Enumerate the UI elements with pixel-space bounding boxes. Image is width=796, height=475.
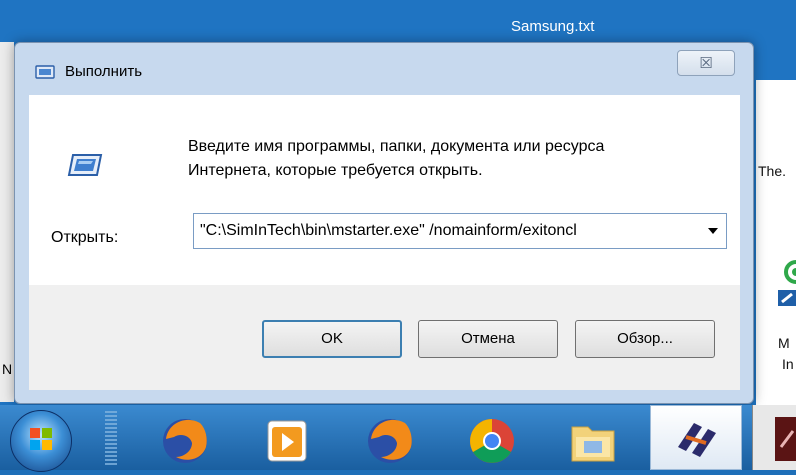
run-icon: [35, 65, 55, 79]
taskbar-button-active[interactable]: [650, 405, 742, 470]
media-player-icon[interactable]: [262, 413, 312, 465]
fragment-text: M: [778, 335, 790, 351]
button-area: OK Отмена Обзор...: [29, 285, 740, 390]
instruction-text: Введите имя программы, папки, документа …: [188, 135, 604, 183]
open-input[interactable]: [200, 214, 700, 248]
folder-icon[interactable]: [568, 413, 618, 465]
background-window: [0, 42, 14, 402]
dialog-body: Введите имя программы, папки, документа …: [29, 95, 740, 390]
network-icon[interactable]: [776, 258, 796, 308]
fragment-text: The.: [758, 163, 787, 179]
close-icon: ☒: [699, 54, 713, 72]
dialog-titlebar[interactable]: Выполнить ☒: [15, 43, 753, 93]
taskbar-grip[interactable]: [105, 411, 117, 465]
windows-logo-icon: [30, 428, 52, 450]
firefox-icon[interactable]: [160, 413, 210, 465]
browse-button[interactable]: Обзор...: [575, 320, 715, 358]
dialog-title: Выполнить: [65, 63, 143, 80]
instruction-line-2: Интернета, которые требуется открыть.: [188, 162, 483, 179]
taskbar-button[interactable]: [752, 405, 796, 470]
firefox-icon[interactable]: [365, 413, 415, 465]
desktop-icon-label[interactable]: Samsung.txt: [511, 18, 594, 35]
taskbar: [0, 405, 796, 472]
open-label: Открыть:: [51, 229, 119, 246]
open-combobox[interactable]: [193, 213, 727, 249]
instruction-line-1: Введите имя программы, папки, документа …: [188, 138, 605, 155]
run-program-icon: [67, 154, 103, 176]
fragment-text: In: [782, 356, 794, 372]
start-orb-icon[interactable]: [10, 410, 72, 472]
chevron-down-icon[interactable]: [708, 228, 718, 234]
close-button[interactable]: ☒: [677, 50, 735, 76]
run-dialog: Выполнить ☒ Введите имя программы, папки…: [14, 42, 754, 404]
fragment-text: N: [2, 361, 13, 377]
app-icon: [775, 417, 796, 461]
ok-button[interactable]: OK: [262, 320, 402, 358]
cancel-button[interactable]: Отмена: [418, 320, 558, 358]
chrome-icon[interactable]: [467, 413, 517, 465]
siminth-icon: [678, 423, 716, 457]
background-window-right: The. M In: [756, 80, 796, 405]
